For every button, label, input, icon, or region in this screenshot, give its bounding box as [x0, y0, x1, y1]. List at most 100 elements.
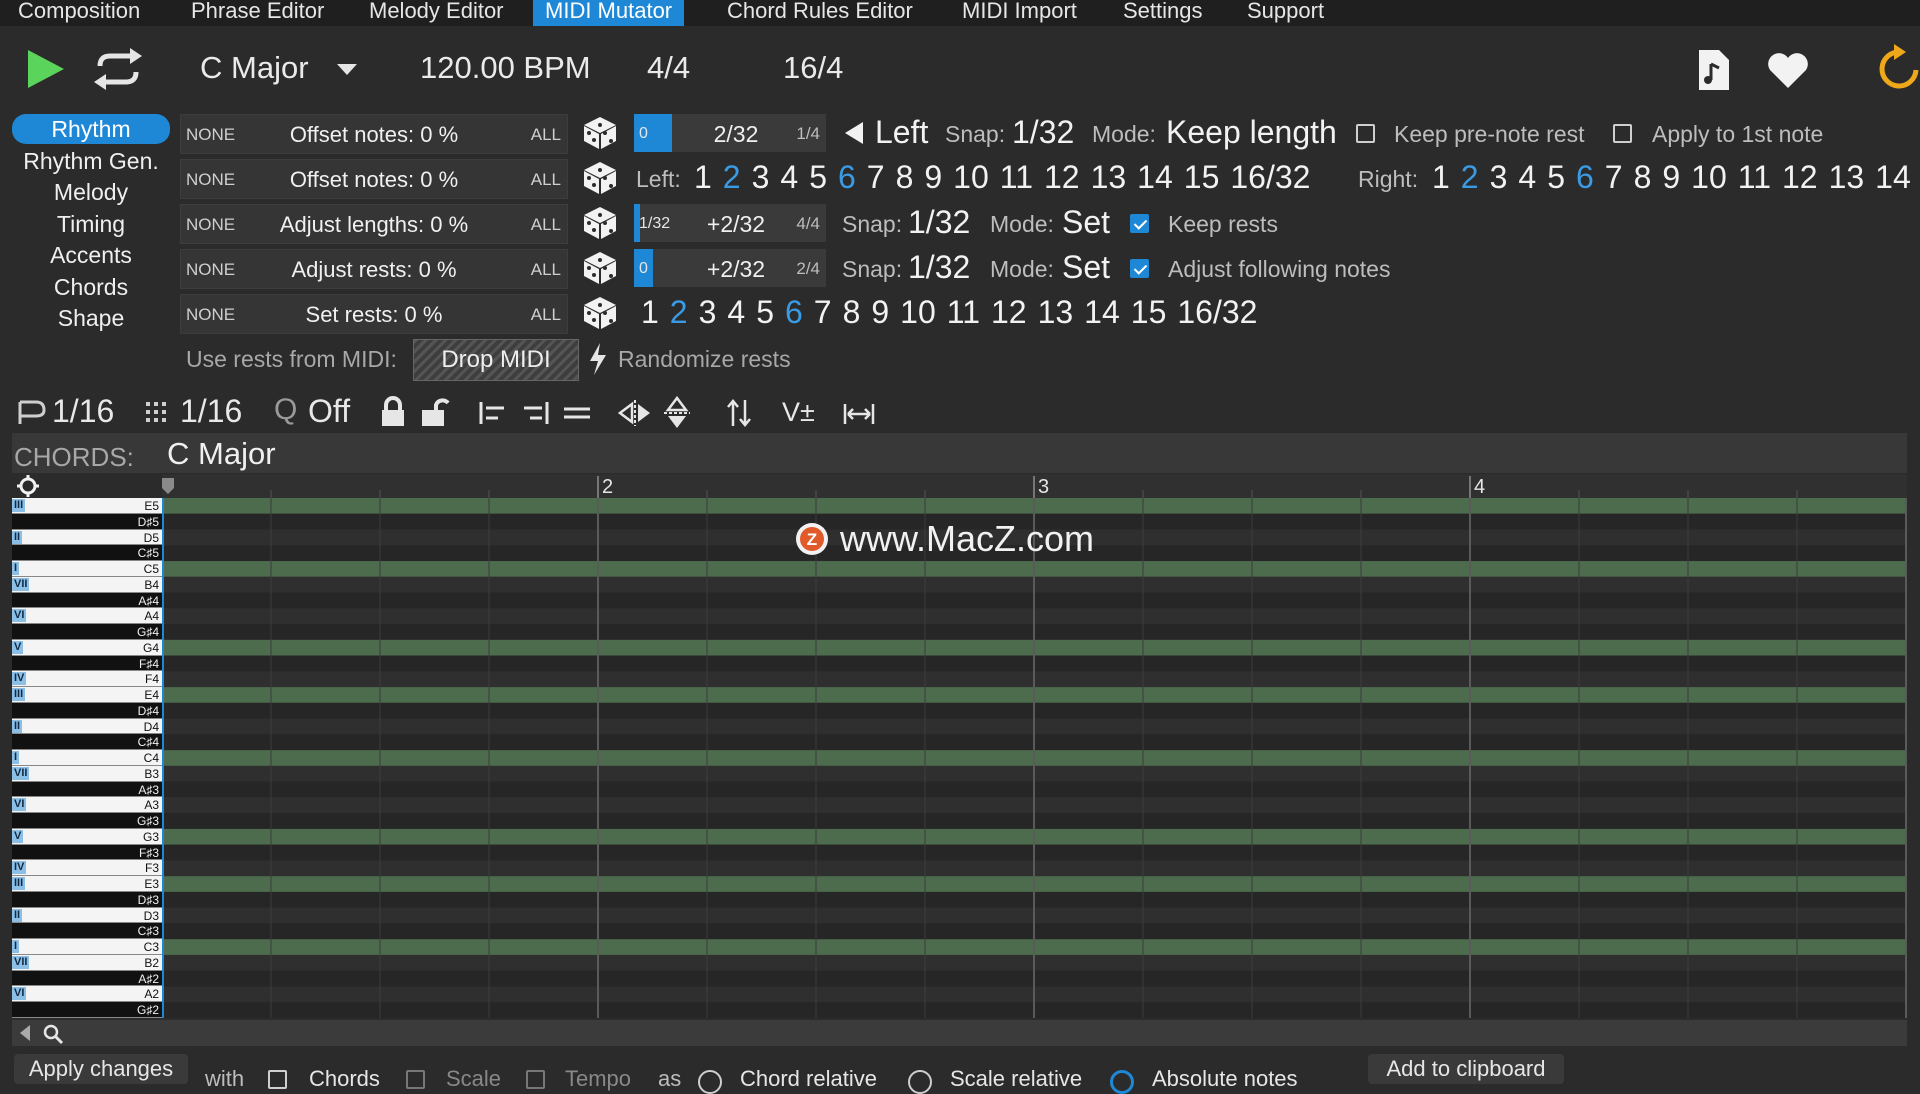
mode-value[interactable]: Set	[1062, 249, 1110, 286]
menu-midi-mutator[interactable]: MIDI Mutator	[533, 0, 685, 26]
step-8[interactable]: 8	[1634, 159, 1652, 195]
none-button[interactable]: NONE	[186, 170, 235, 190]
piano-key[interactable]: II D4	[12, 718, 162, 735]
triangle-left-icon[interactable]	[845, 122, 863, 144]
piano-key[interactable]: A♯3	[12, 781, 162, 798]
mutation-row-adjust-rests[interactable]: NONE Adjust rests: 0 % ALL	[180, 249, 568, 289]
note-length-icon[interactable]	[16, 400, 46, 426]
right-steps[interactable]: 1 2 3 4 5 6 7 8 9 10 11 12 13 14	[1432, 159, 1920, 196]
step-12[interactable]: 12	[1782, 159, 1818, 195]
piano-key[interactable]: V G4	[12, 639, 162, 656]
piano-key[interactable]: G♯4	[12, 624, 162, 640]
randomize-rests-button[interactable]: Randomize rests	[618, 346, 791, 373]
dice-icon[interactable]	[583, 251, 617, 285]
none-button[interactable]: NONE	[186, 125, 235, 145]
step-13[interactable]: 13	[1091, 159, 1127, 195]
piano-key[interactable]: V G3	[12, 828, 162, 845]
side-tab-timing[interactable]: Timing	[12, 209, 170, 239]
piano-key[interactable]: IV F4	[12, 671, 162, 688]
piano-key[interactable]: VII B2	[12, 954, 162, 971]
piano-key[interactable]: III E4	[12, 687, 162, 703]
piano-key[interactable]: VI A3	[12, 797, 162, 814]
dice-icon[interactable]	[583, 161, 617, 195]
step-3[interactable]: 3	[1490, 159, 1508, 195]
mutation-row-set-rests[interactable]: NONE Set rests: 0 % ALL	[180, 294, 568, 334]
step-3[interactable]: 3	[752, 159, 770, 195]
scroll-left-icon[interactable]	[18, 1024, 32, 1042]
snap-value[interactable]: 1/32	[1012, 114, 1074, 151]
snap-value[interactable]: 1/32	[908, 249, 970, 286]
step-2[interactable]: 2	[670, 294, 688, 330]
step-8[interactable]: 8	[843, 294, 861, 330]
grid-icon[interactable]	[144, 400, 174, 428]
step-10[interactable]: 10	[953, 159, 989, 195]
none-button[interactable]: NONE	[186, 305, 235, 325]
grid-value[interactable]: 1/16	[180, 393, 242, 430]
step-2[interactable]: 2	[1461, 159, 1479, 195]
keep-pre-note-rest-checkbox[interactable]	[1356, 124, 1375, 143]
play-icon[interactable]	[26, 48, 66, 90]
piano-key[interactable]: I C3	[12, 939, 162, 955]
all-button[interactable]: ALL	[531, 125, 561, 145]
drop-midi-zone[interactable]: Drop MIDI	[413, 339, 579, 381]
step-2[interactable]: 2	[723, 159, 741, 195]
chevron-down-icon[interactable]	[337, 64, 357, 76]
all-button[interactable]: ALL	[531, 215, 561, 235]
mutation-row-offset-2[interactable]: NONE Offset notes: 0 % ALL	[180, 159, 568, 199]
piano-key[interactable]: F♯3	[12, 844, 162, 861]
snap-value[interactable]: 1/32	[908, 204, 970, 241]
length-value[interactable]: 16/4	[783, 50, 843, 86]
dice-icon[interactable]	[583, 206, 617, 240]
piano-key[interactable]: C♯3	[12, 923, 162, 940]
all-button[interactable]: ALL	[531, 170, 561, 190]
mode-value[interactable]: Set	[1062, 204, 1110, 241]
step-5[interactable]: 5	[809, 159, 827, 195]
lock-icon[interactable]	[380, 396, 406, 428]
none-button[interactable]: NONE	[186, 215, 235, 235]
step-13[interactable]: 13	[1038, 294, 1074, 330]
chord-relative-radio[interactable]	[698, 1070, 722, 1094]
align-left-icon[interactable]	[478, 400, 508, 426]
lightning-icon[interactable]	[588, 343, 608, 375]
step-5[interactable]: 5	[756, 294, 774, 330]
timeline-ruler[interactable]: 2 3 4	[162, 474, 1907, 498]
side-tab-rhythm-gen[interactable]: Rhythm Gen.	[12, 146, 170, 176]
keep-rests-checkbox[interactable]	[1130, 214, 1149, 233]
step-9[interactable]: 9	[924, 159, 942, 195]
step-14[interactable]: 14	[1875, 159, 1911, 195]
bpm-value[interactable]: 120.00 BPM	[420, 50, 591, 86]
piano-key[interactable]: F♯4	[12, 655, 162, 672]
step-1[interactable]: 1	[694, 159, 712, 195]
horizontal-scrollbar[interactable]	[12, 1020, 1907, 1046]
step-10[interactable]: 10	[1691, 159, 1727, 195]
piano-key[interactable]: G♯2	[12, 1002, 162, 1018]
step-1[interactable]: 1	[1432, 159, 1450, 195]
side-tab-melody[interactable]: Melody	[12, 177, 170, 207]
scale-relative-radio[interactable]	[908, 1070, 932, 1094]
quantize-value[interactable]: Off	[308, 393, 350, 430]
piano-key[interactable]: I C5	[12, 561, 162, 577]
step-5[interactable]: 5	[1547, 159, 1565, 195]
piano-key[interactable]: IV F3	[12, 860, 162, 877]
adjust-following-notes-checkbox[interactable]	[1130, 259, 1149, 278]
step-11[interactable]: 11	[1738, 159, 1771, 195]
step-9[interactable]: 9	[871, 294, 889, 330]
step-12[interactable]: 12	[1044, 159, 1080, 195]
piano-key[interactable]: VII B4	[12, 576, 162, 593]
step-13[interactable]: 13	[1829, 159, 1865, 195]
key-select[interactable]: C Major	[200, 50, 309, 86]
menu-settings[interactable]: Settings	[1123, 0, 1203, 26]
transpose-icon[interactable]	[726, 398, 752, 428]
menu-composition[interactable]: Composition	[18, 0, 140, 26]
note-grid[interactable]: Z www.MacZ.com	[162, 498, 1907, 1018]
menu-melody-editor[interactable]: Melody Editor	[369, 0, 504, 26]
offset-range-slider[interactable]: 0 2/32 1/4	[634, 114, 826, 152]
menu-phrase-editor[interactable]: Phrase Editor	[191, 0, 324, 26]
lengths-range-slider[interactable]: 1/32 +2/32 4/4	[634, 204, 826, 242]
side-tab-rhythm[interactable]: Rhythm	[12, 114, 170, 144]
step-4[interactable]: 4	[1518, 159, 1536, 195]
mutation-row-offset-1[interactable]: NONE Offset notes: 0 % ALL	[180, 114, 568, 154]
flip-horizontal-icon[interactable]	[618, 398, 652, 428]
step-9[interactable]: 9	[1662, 159, 1680, 195]
piano-key[interactable]: III E5	[12, 498, 162, 514]
